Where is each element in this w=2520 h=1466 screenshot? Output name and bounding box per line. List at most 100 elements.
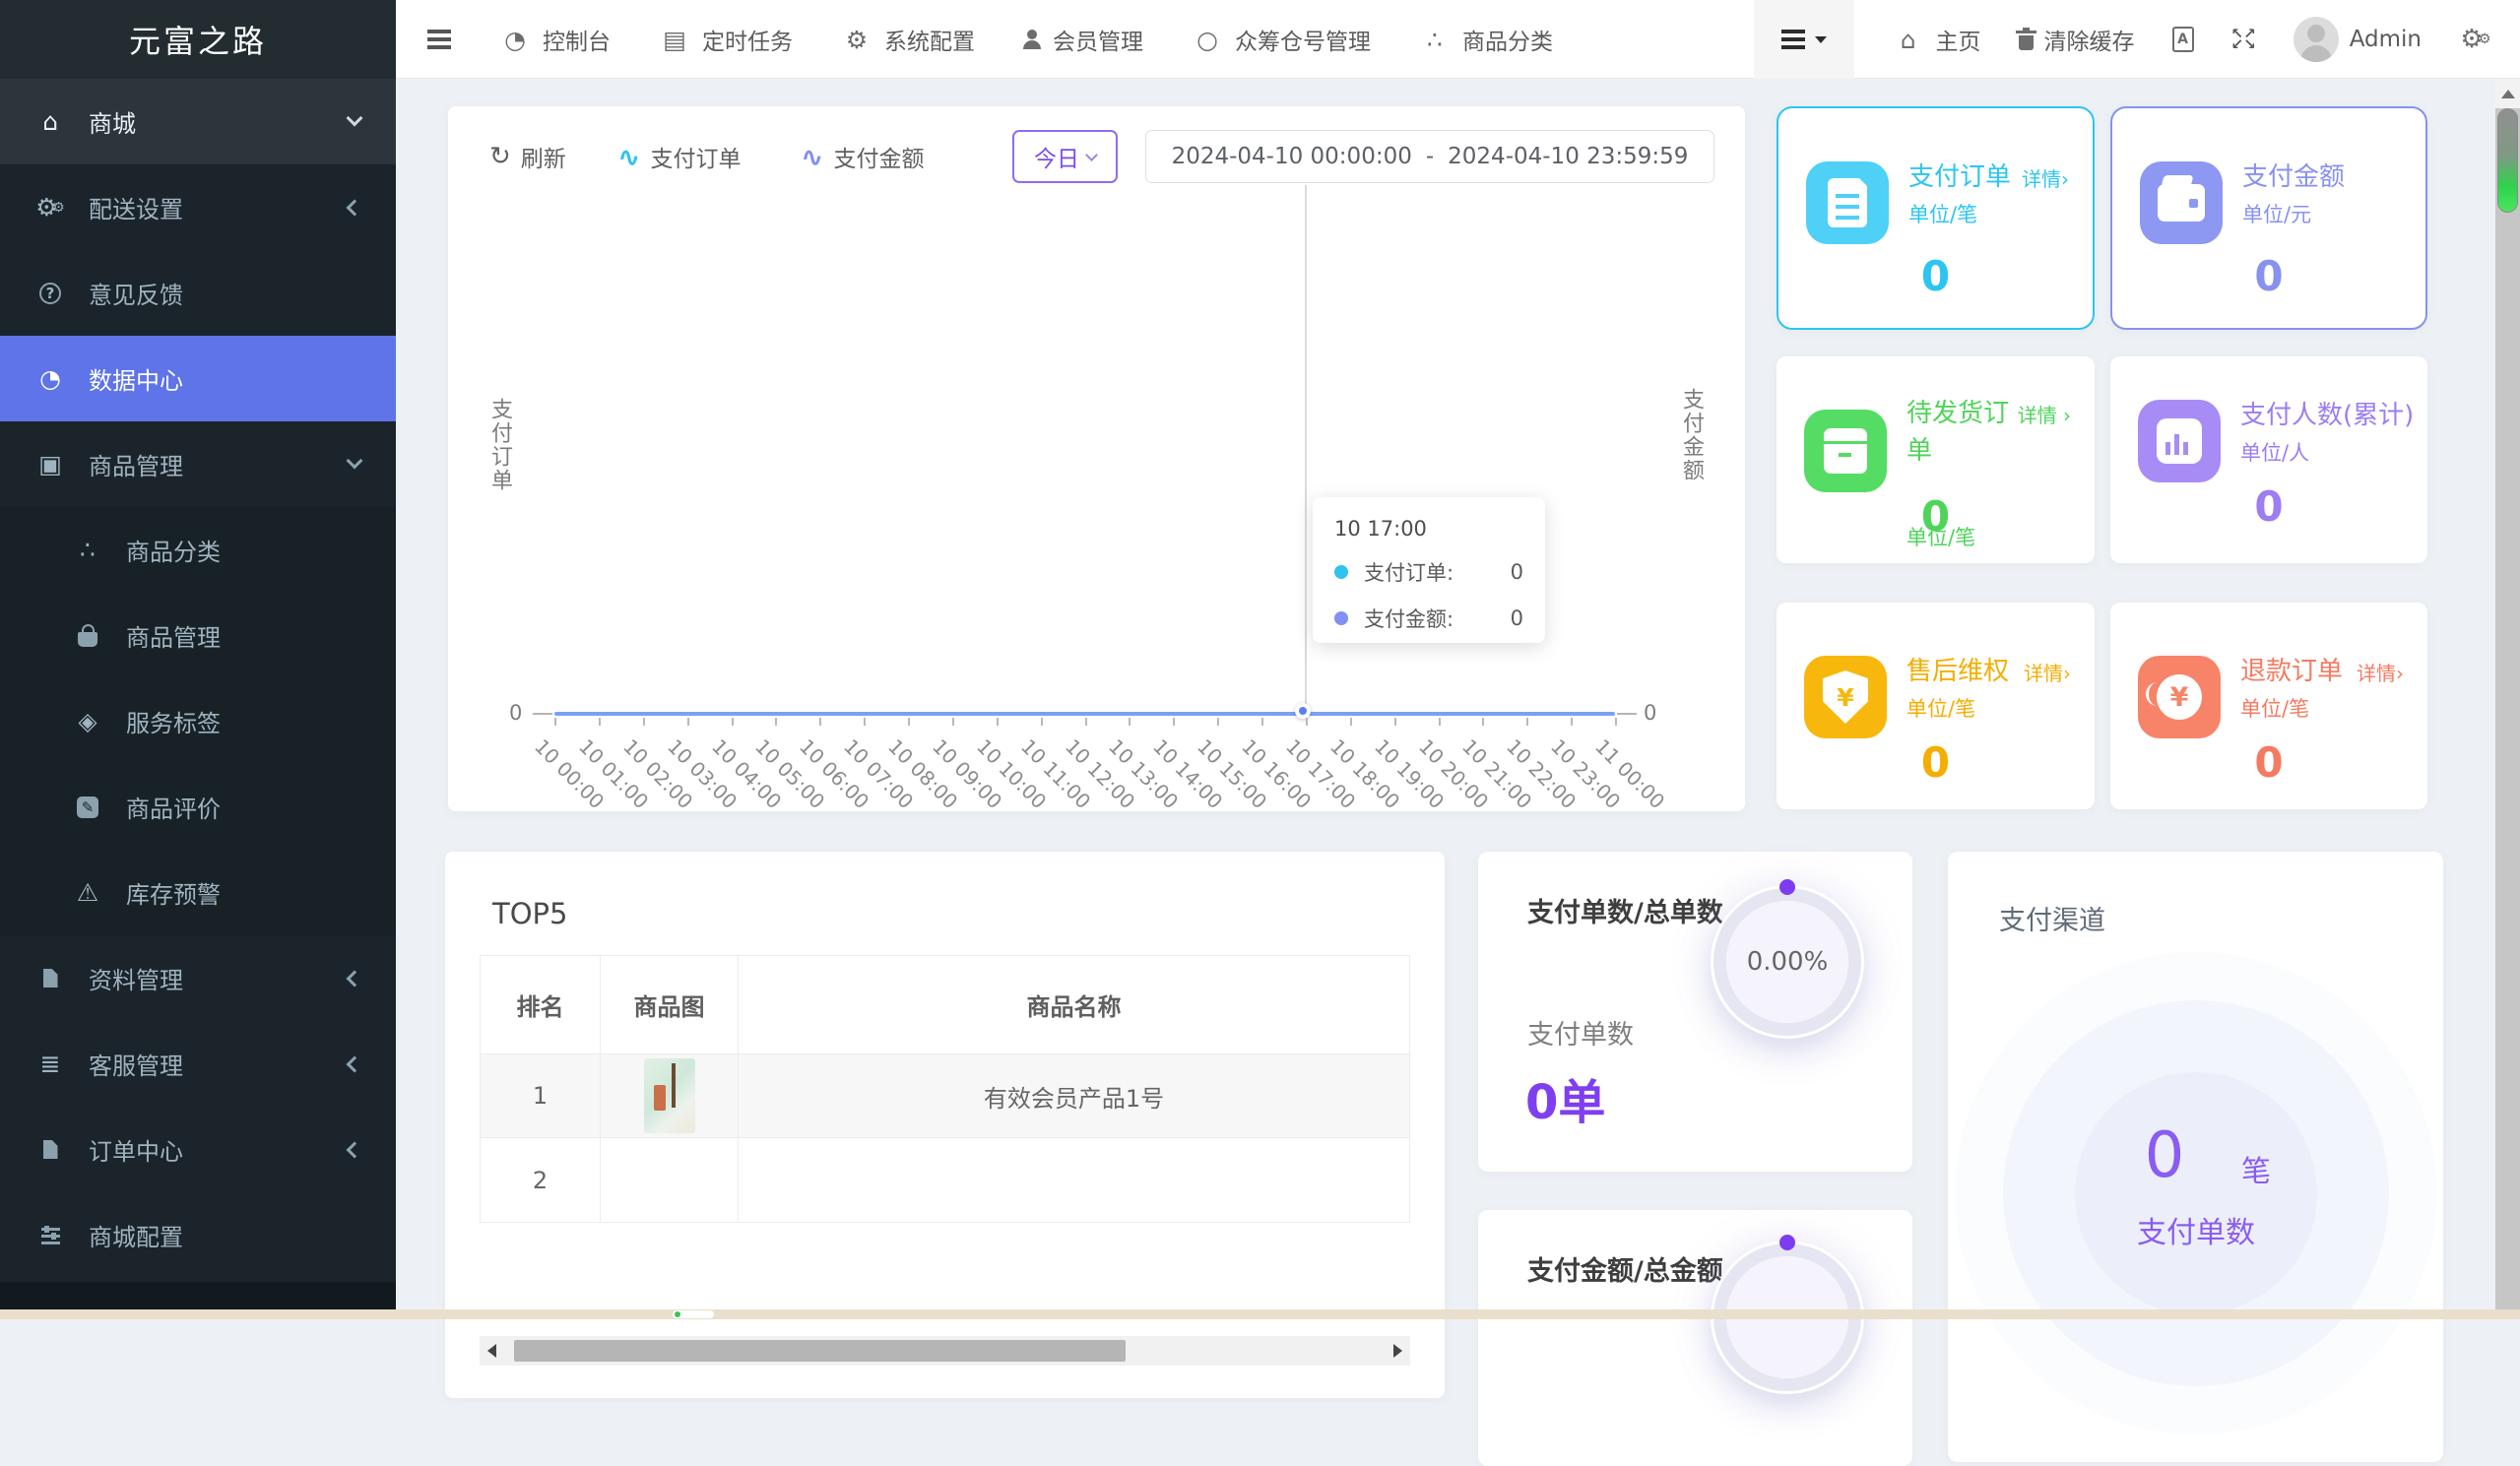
x-axis-tick bbox=[1438, 718, 1441, 726]
nav-link-console[interactable]: ◔ 控制台 bbox=[498, 23, 611, 56]
detail-link[interactable]: 详情› bbox=[2339, 658, 2404, 689]
stat-card-pending-shipment[interactable]: 待发货订单 详情 › 单位/笔 0 bbox=[1777, 356, 2095, 563]
sitemap-icon: ∴ bbox=[80, 536, 96, 564]
table-row: 1 有效会员产品1号 bbox=[481, 1054, 1409, 1138]
nav-link-system-config[interactable]: ⚙ 系统配置 bbox=[840, 23, 975, 56]
stat-card-pay-orders[interactable]: 支付订单 详情› 单位/笔 0 bbox=[1777, 106, 2095, 330]
x-axis-tick bbox=[864, 718, 867, 726]
series-dot-icon bbox=[1334, 565, 1348, 579]
ratio-gauge: 0.00% bbox=[1713, 879, 1861, 1036]
sidebar-item-service-tags[interactable]: ◈ 服务标签 bbox=[0, 678, 396, 764]
stat-card-refund-orders[interactable]: 退款订单 详情› 单位/笔 0 bbox=[2110, 603, 2427, 809]
username: Admin bbox=[2349, 27, 2422, 52]
top5-table: 排名 商品图 商品名称 1 有效会员产品1号 2 bbox=[480, 955, 1410, 1223]
pay-count-ratio-card: 支付单数/总单数 0.00% 支付单数 0单 bbox=[1478, 852, 1912, 1172]
sidebar-item-product-reviews[interactable]: 商品评价 bbox=[0, 764, 396, 850]
sidebar-item-product-manage[interactable]: 商品管理 bbox=[0, 593, 396, 678]
sidebar-footer bbox=[0, 1282, 396, 1309]
detail-link[interactable]: 详情› bbox=[2004, 163, 2069, 195]
cogs-icon: ⚙ bbox=[33, 193, 67, 222]
bar-chart-icon bbox=[2138, 400, 2221, 482]
nav-link-crowdfunding[interactable]: ○ 众筹仓号管理 bbox=[1191, 23, 1371, 56]
circle-icon: ○ bbox=[1196, 25, 1218, 54]
chevron-down-icon bbox=[346, 109, 363, 127]
x-axis-tick bbox=[1393, 718, 1396, 726]
date-range-input[interactable]: 2024-04-10 00:00:00 - 2024-04-10 23:59:5… bbox=[1145, 130, 1714, 183]
package-icon bbox=[1804, 410, 1887, 492]
nav-link-member-management[interactable]: 会员管理 bbox=[1022, 23, 1143, 56]
user-icon bbox=[1022, 30, 1042, 49]
sidebar-item-material-management[interactable]: 资料管理 bbox=[0, 935, 396, 1021]
refresh-button[interactable]: ↻ 刷新 bbox=[489, 130, 566, 183]
x-axis-tick bbox=[1526, 718, 1529, 726]
x-axis-tick bbox=[1217, 718, 1220, 726]
refund-yen-icon bbox=[2138, 656, 2221, 738]
table-horizontal-scrollbar[interactable] bbox=[480, 1336, 1410, 1366]
x-axis-tick bbox=[598, 718, 601, 726]
fullscreen-icon[interactable]: ↖↗ ↙↘ bbox=[2231, 27, 2256, 52]
legend-pay-orders[interactable]: ∿ 支付订单 bbox=[617, 130, 741, 183]
sidebar-item-mall[interactable]: ⌂ 商城 bbox=[0, 79, 396, 164]
tag-icon: ◈ bbox=[78, 707, 97, 735]
brand-title: 元富之路 bbox=[0, 0, 396, 79]
refresh-icon: ↻ bbox=[489, 142, 511, 171]
scrollbar-thumb[interactable] bbox=[2497, 108, 2518, 213]
detail-link[interactable]: 详情› bbox=[2006, 658, 2071, 689]
sidebar-item-mall-config[interactable]: 商城配置 bbox=[0, 1192, 396, 1278]
pencil-square-icon bbox=[77, 796, 98, 818]
date-preset-select[interactable]: 今日 bbox=[1012, 130, 1118, 183]
highlighted-point bbox=[1295, 703, 1311, 719]
scroll-right-arrow-icon[interactable] bbox=[1393, 1344, 1402, 1358]
sidebar-item-customer-service[interactable]: ≣ 客服管理 bbox=[0, 1021, 396, 1107]
question-circle-icon: ? bbox=[39, 282, 61, 304]
sidebar-item-feedback[interactable]: ? 意见反馈 bbox=[0, 250, 396, 336]
box-icon: ▣ bbox=[38, 450, 62, 478]
stat-card-after-sales[interactable]: 售后维权 详情› 单位/笔 0 bbox=[1777, 603, 2095, 809]
legend-pay-amount[interactable]: ∿ 支付金额 bbox=[801, 130, 924, 183]
x-axis-tick bbox=[1261, 718, 1263, 726]
sitemap-icon: ∴ bbox=[1427, 25, 1443, 54]
sidebar-item-delivery-settings[interactable]: ⚙ 配送设置 bbox=[0, 164, 396, 250]
language-icon[interactable] bbox=[2171, 27, 2194, 52]
x-axis-tick bbox=[1349, 718, 1352, 726]
sidebar-item-order-center[interactable]: 订单中心 bbox=[0, 1107, 396, 1192]
detail-link[interactable]: 详情 › bbox=[2006, 400, 2071, 431]
nav-link-product-category[interactable]: ∴ 商品分类 bbox=[1418, 23, 1553, 56]
nav-dropdown-button[interactable] bbox=[1753, 0, 1854, 79]
chevron-down-icon bbox=[1085, 148, 1098, 161]
list-icon: ≣ bbox=[39, 1050, 61, 1078]
scrollbar-thumb[interactable] bbox=[514, 1340, 1126, 1362]
gear-icon: ⚙ bbox=[845, 25, 869, 54]
sidebar-item-stock-warning[interactable]: ⚠ 库存预警 bbox=[0, 850, 396, 935]
sidebar-item-product-management[interactable]: ▣ 商品管理 bbox=[0, 421, 396, 507]
bottom-scrollbar-strip[interactable] bbox=[0, 1309, 2520, 1319]
sidebar: 元富之路 ⌂ 商城 ⚙ 配送设置 ? 意见反馈 ◔ 数据中心 ▣ 商品管理 ∴ … bbox=[0, 0, 396, 1319]
sidebar-item-data-center[interactable]: ◔ 数据中心 bbox=[0, 336, 396, 421]
avatar bbox=[2293, 17, 2339, 62]
stat-card-payers-total[interactable]: 支付人数(累计) 单位/人 0 bbox=[2110, 356, 2427, 563]
scroll-up-arrow-icon[interactable] bbox=[2495, 79, 2520, 108]
sidebar-item-product-category[interactable]: ∴ 商品分类 bbox=[0, 507, 396, 593]
crosshair-line bbox=[1305, 185, 1307, 712]
table-row: 2 bbox=[481, 1138, 1409, 1222]
x-axis-tick bbox=[951, 718, 954, 726]
scroll-left-arrow-icon[interactable] bbox=[487, 1344, 496, 1358]
clear-cache-button[interactable]: 清除缓存 bbox=[2015, 23, 2135, 56]
channel-ring-inner bbox=[2075, 1072, 2317, 1314]
settings-gears-icon[interactable]: ⚙ bbox=[2459, 25, 2492, 54]
stat-card-pay-amount[interactable]: 支付金额 单位/元 0 bbox=[2110, 106, 2427, 330]
file-icon bbox=[42, 969, 58, 988]
y-axis-left-label: 支付订单 bbox=[487, 398, 512, 492]
user-menu[interactable]: Admin bbox=[2293, 17, 2422, 62]
y-axis-right-zero: 0 bbox=[1644, 701, 1657, 725]
x-axis-tick bbox=[908, 718, 910, 726]
nav-link-scheduled-tasks[interactable]: ▤ 定时任务 bbox=[658, 23, 793, 56]
series-flat-line bbox=[554, 712, 1615, 716]
bag-icon bbox=[78, 623, 97, 647]
scrollbar-pill bbox=[673, 1310, 714, 1318]
vertical-scrollbar[interactable] bbox=[2495, 79, 2520, 1309]
x-axis-tick bbox=[1615, 718, 1617, 726]
x-axis-tick bbox=[1129, 718, 1131, 726]
table-header-row: 排名 商品图 商品名称 bbox=[481, 956, 1409, 1054]
nav-home-link[interactable]: ⌂ 主页 bbox=[1892, 23, 1981, 56]
